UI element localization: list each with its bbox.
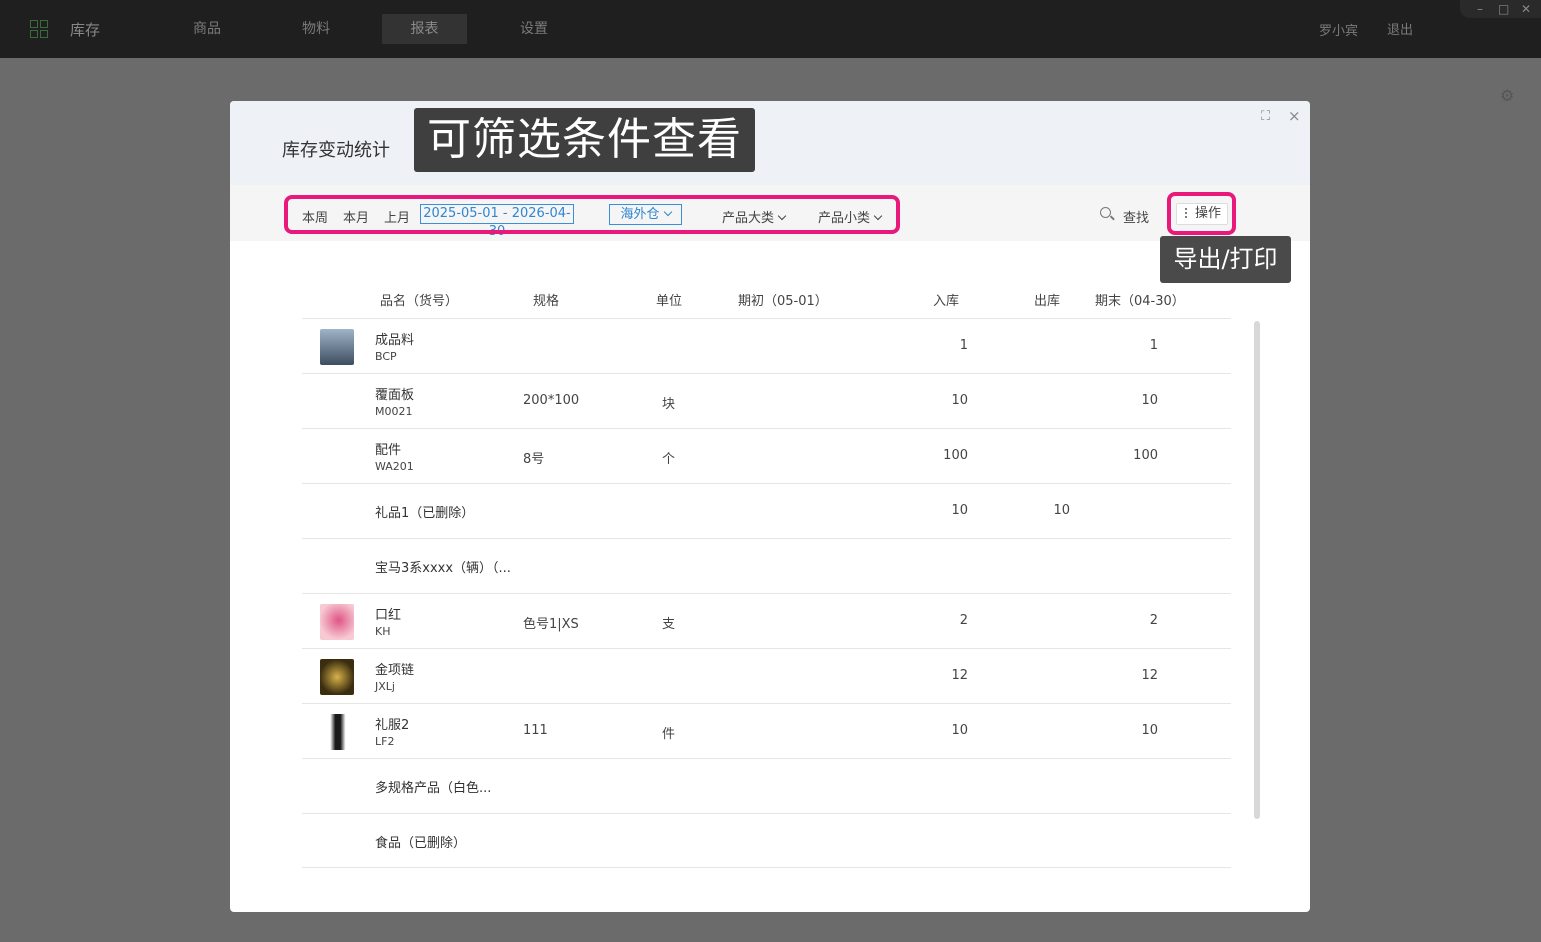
col-header-out[interactable]: 出库 (1034, 290, 1060, 309)
filter-highlight-box (284, 195, 900, 234)
product-name: 成品料 (375, 333, 415, 348)
minimize-icon[interactable]: – (1477, 1, 1483, 17)
col-header-spec[interactable]: 规格 (533, 290, 559, 309)
nav-item-materials[interactable]: 物料 (289, 14, 343, 44)
table-row[interactable]: 多规格产品（白色... (302, 758, 1231, 813)
expand-icon[interactable]: ⛶ (1261, 109, 1270, 124)
product-code: JXLj (375, 680, 395, 693)
unit: 个 (662, 452, 676, 467)
in-qty: 100 (943, 448, 968, 463)
product-thumbnail (320, 329, 354, 365)
closing-qty: 10 (1141, 723, 1158, 738)
in-qty: 10 (951, 723, 968, 738)
search-icon[interactable] (1100, 207, 1111, 218)
product-name: 礼服2 (375, 718, 410, 733)
product-name: 多规格产品（白色... (375, 781, 492, 796)
product-name: 礼品1（已删除） (375, 506, 475, 521)
product-name: 食品（已删除） (375, 836, 467, 851)
col-header-closing[interactable]: 期末（04-30） (1095, 290, 1185, 309)
closing-qty: 1 (1149, 338, 1158, 353)
table-row[interactable]: 配件 WA201 8号 个 100 100 (302, 428, 1231, 483)
closing-qty: 10 (1141, 393, 1158, 408)
table-row[interactable]: 金项链 JXLj 12 12 (302, 648, 1231, 703)
top-bar: 库存 商品 物料 报表 设置 罗小宾 退出 – □ ✕ (0, 0, 1541, 58)
app-title: 库存 (70, 21, 101, 39)
logout-link[interactable]: 退出 (1387, 19, 1413, 38)
col-header-in[interactable]: 入库 (933, 290, 959, 309)
table-row[interactable]: 口红 KH 色号1|XS 支 2 2 (302, 593, 1231, 648)
product-thumbnail (320, 659, 354, 695)
app-logo-icon (30, 20, 48, 38)
maximize-icon[interactable]: □ (1498, 1, 1509, 17)
nav-item-products[interactable]: 商品 (180, 14, 234, 44)
product-code: LF2 (375, 735, 395, 748)
window-controls: – □ ✕ (1460, 0, 1541, 18)
operations-highlight-box (1167, 192, 1236, 235)
product-name: 金项链 (375, 663, 415, 678)
spec: 200*100 (523, 393, 580, 408)
table-row[interactable]: 宝马3系xxxx（辆）（... (302, 538, 1231, 593)
product-code: M0021 (375, 405, 413, 418)
unit: 件 (662, 727, 676, 742)
modal-title: 库存变动统计 (282, 140, 390, 161)
spec: 8号 (523, 452, 545, 467)
closing-qty: 12 (1141, 668, 1158, 683)
close-window-icon[interactable]: ✕ (1521, 1, 1531, 17)
table-row[interactable]: 覆面板 M0021 200*100 块 10 10 (302, 373, 1231, 428)
product-name: 口红 (375, 608, 402, 623)
search-button[interactable]: 查找 (1123, 207, 1149, 226)
modal-header: 库存变动统计 ⛶ × (230, 101, 1310, 185)
export-print-callout: 导出/打印 (1160, 236, 1291, 283)
spec: 111 (523, 723, 548, 738)
col-header-name[interactable]: 品名（货号） (380, 290, 458, 309)
closing-qty: 2 (1149, 613, 1158, 628)
in-qty: 12 (951, 668, 968, 683)
product-code: WA201 (375, 460, 414, 473)
product-name: 覆面板 (375, 388, 415, 403)
table-row[interactable]: 成品料 BCP 1 1 (302, 318, 1231, 373)
product-thumbnail (320, 604, 354, 640)
gear-icon[interactable]: ⚙ (1500, 86, 1514, 105)
table-row[interactable]: 食品（已删除） (302, 813, 1231, 868)
nav-item-settings[interactable]: 设置 (507, 14, 561, 44)
closing-qty: 100 (1133, 448, 1158, 463)
out-qty: 10 (1053, 503, 1070, 518)
in-qty: 2 (959, 613, 968, 628)
product-code: KH (375, 625, 391, 638)
in-qty: 1 (959, 338, 968, 353)
user-name[interactable]: 罗小宾 (1319, 20, 1358, 39)
close-icon[interactable]: × (1288, 107, 1301, 125)
table-row[interactable]: 礼品1（已删除） 10 10 (302, 483, 1231, 538)
nav-item-reports[interactable]: 报表 (382, 14, 467, 44)
col-header-opening[interactable]: 期初（05-01） (738, 290, 828, 309)
product-code: BCP (375, 350, 397, 363)
table-row[interactable]: 礼服2 LF2 111 件 10 10 (302, 703, 1231, 758)
spec: 色号1|XS (523, 617, 579, 632)
vertical-scrollbar[interactable] (1254, 321, 1260, 819)
col-header-unit[interactable]: 单位 (656, 290, 682, 309)
product-name: 配件 (375, 443, 402, 458)
product-name: 宝马3系xxxx（辆）（... (375, 561, 511, 576)
unit: 支 (662, 617, 676, 632)
in-qty: 10 (951, 393, 968, 408)
in-qty: 10 (951, 503, 968, 518)
unit: 块 (662, 397, 676, 412)
product-thumbnail (320, 714, 354, 750)
filter-callout: 可筛选条件查看 (414, 108, 755, 172)
